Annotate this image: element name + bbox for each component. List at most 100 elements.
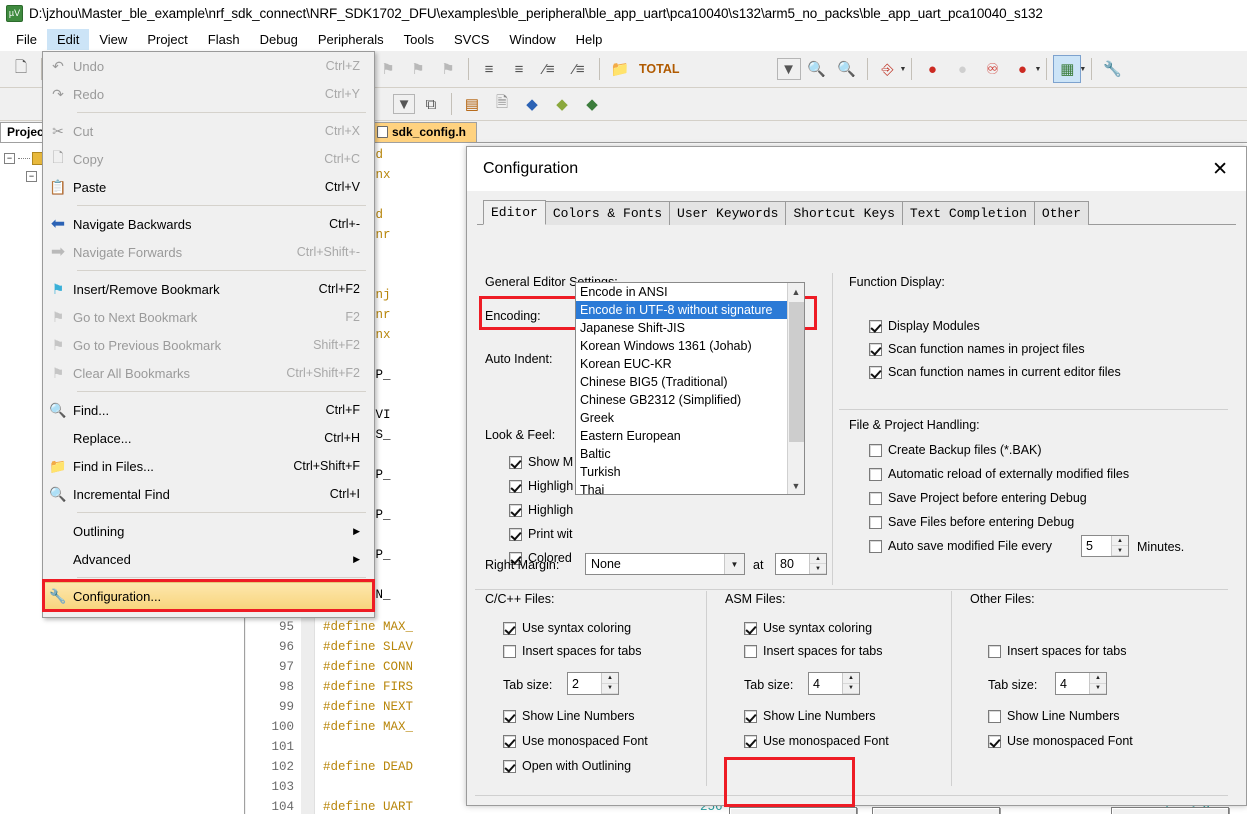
editor-tab-sdk-config[interactable]: sdk_config.h	[370, 122, 478, 142]
c-files-tab-size-spinner[interactable]: 2 ▲ ▼	[567, 672, 619, 695]
asm-files-tab-size-spinner[interactable]: 4 ▲ ▼	[808, 672, 860, 695]
file-handling-checkbox-4[interactable]: Auto save modified File every	[869, 539, 1052, 553]
checkbox-icon[interactable]	[988, 644, 1001, 658]
checkbox-icon[interactable]	[503, 709, 516, 723]
menu-item-incremental-find[interactable]: 🔍 Incremental Find Ctrl+I	[43, 480, 374, 508]
asm-files-monospaced-font[interactable]: Use monospaced Font	[744, 734, 889, 748]
spinner-up-icon[interactable]: ▲	[810, 554, 826, 564]
c-files-syntax-coloring[interactable]: Use syntax coloring	[503, 621, 631, 635]
code-line[interactable]: #define SLAV	[323, 637, 413, 657]
scroll-down-arrow-icon[interactable]: ▼	[788, 477, 804, 494]
checkbox-icon[interactable]	[509, 527, 522, 541]
encoding-option-0[interactable]: Encode in ANSI	[576, 283, 787, 301]
asm-files-show-line-numbers[interactable]: Show Line Numbers	[744, 709, 876, 723]
expand-collapse-icon[interactable]: −	[26, 170, 37, 182]
checkbox-icon[interactable]	[869, 443, 882, 457]
edit-menu-dropdown[interactable]: ↶ Undo Ctrl+Z ↷ Redo Ctrl+Y ✂ Cut Ctrl+X…	[42, 51, 375, 618]
window-manager-dropdown-icon[interactable]: ▼	[1079, 66, 1086, 73]
uncomment-icon[interactable]: ⁄≡	[565, 55, 593, 83]
find-icon[interactable]: 🔍	[803, 55, 831, 83]
menu-window[interactable]: Window	[499, 29, 565, 50]
menu-peripherals[interactable]: Peripherals	[308, 29, 394, 50]
tab-editor[interactable]: Editor	[483, 200, 546, 225]
tab-other[interactable]: Other	[1033, 201, 1089, 225]
breakpoints-dropdown-icon[interactable]: ▼	[1034, 66, 1041, 73]
checkbox-icon[interactable]	[869, 467, 882, 481]
disable-breakpoint-icon[interactable]: ●	[948, 55, 976, 83]
disable-all-breakpoints-icon[interactable]: ●	[1008, 55, 1036, 83]
dropdown-arrow-icon[interactable]: ▼	[776, 58, 801, 80]
menu-svcs[interactable]: SVCS	[444, 29, 499, 50]
code-line[interactable]: #define FIRS	[323, 677, 413, 697]
debug-query-dropdown-icon[interactable]: ▼	[900, 66, 907, 73]
c-files-show-line-numbers[interactable]: Show Line Numbers	[503, 709, 635, 723]
look-feel-checkbox-2[interactable]: Highligh	[509, 503, 573, 517]
checkbox-icon[interactable]	[744, 644, 757, 658]
spinner-up-icon[interactable]: ▲	[602, 673, 618, 684]
spinner-up-icon[interactable]: ▲	[1112, 536, 1128, 546]
tab-text-completion[interactable]: Text Completion	[901, 201, 1035, 225]
look-feel-checkbox-3[interactable]: Print wit	[509, 527, 572, 541]
encoding-option-5[interactable]: Chinese BIG5 (Traditional)	[576, 373, 787, 391]
cancel-button[interactable]: Cancel	[872, 807, 1000, 814]
scroll-up-arrow-icon[interactable]: ▲	[788, 283, 804, 300]
menu-item-find[interactable]: 🔍 Find... Ctrl+F	[43, 396, 374, 424]
debug-query-icon[interactable]: ⎆	[874, 55, 902, 83]
code-line[interactable]: #define MAX_	[323, 617, 413, 637]
spinner-up-icon[interactable]: ▲	[843, 673, 859, 684]
encoding-option-4[interactable]: Korean EUC-KR	[576, 355, 787, 373]
function-display-checkbox-2[interactable]: Scan function names in current editor fi…	[869, 365, 1121, 379]
asm-files-syntax-coloring[interactable]: Use syntax coloring	[744, 621, 872, 635]
checkbox-icon[interactable]	[869, 342, 882, 356]
clear-breakpoints-icon[interactable]: ♾	[978, 55, 1006, 83]
encoding-option-7[interactable]: Greek	[576, 409, 787, 427]
clear-bookmarks-icon[interactable]: ⚑	[434, 55, 462, 83]
menu-item-previous-bookmark[interactable]: ⚑ Go to Previous Bookmark Shift+F2	[43, 331, 374, 359]
spinner-buttons[interactable]: ▲ ▼	[1089, 673, 1106, 694]
target-options-icon[interactable]: ▤	[458, 90, 486, 118]
code-line[interactable]	[323, 737, 413, 757]
checkbox-icon[interactable]	[869, 319, 882, 333]
build-icon[interactable]: ⧉	[417, 90, 445, 118]
spinner-down-icon[interactable]: ▼	[602, 683, 618, 694]
checkbox-icon[interactable]	[509, 503, 522, 517]
checkbox-icon[interactable]	[744, 621, 757, 635]
code-line[interactable]: #define CONN	[323, 657, 413, 677]
menu-item-cut[interactable]: ✂ Cut Ctrl+X	[43, 117, 374, 145]
menu-debug[interactable]: Debug	[250, 29, 308, 50]
menu-item-advanced[interactable]: Advanced ▶	[43, 545, 374, 573]
menu-item-configuration[interactable]: 🔧 Configuration...	[43, 582, 374, 610]
code-line[interactable]: #define NEXT	[323, 697, 413, 717]
menu-tools[interactable]: Tools	[394, 29, 444, 50]
spinner-buttons[interactable]: ▲ ▼	[601, 673, 618, 694]
menu-view[interactable]: View	[89, 29, 137, 50]
menu-item-next-bookmark[interactable]: ⚑ Go to Next Bookmark F2	[43, 303, 374, 331]
incremental-find-icon[interactable]: 🔍	[833, 55, 861, 83]
c-files-insert-spaces[interactable]: Insert spaces for tabs	[503, 644, 642, 658]
scrollbar-thumb[interactable]	[789, 302, 804, 442]
checkbox-icon[interactable]	[869, 539, 882, 553]
look-feel-checkbox-0[interactable]: Show M	[509, 455, 573, 469]
spinner-up-icon[interactable]: ▲	[1090, 673, 1106, 684]
checkbox-icon[interactable]	[503, 759, 516, 773]
help-button[interactable]: Help	[1111, 807, 1229, 814]
menu-item-replace[interactable]: Replace... Ctrl+H	[43, 424, 374, 452]
encoding-option-11[interactable]: Thai	[576, 481, 787, 494]
comment-icon[interactable]: ⁄≡	[535, 55, 563, 83]
dropdown-arrow-icon[interactable]: ▼	[393, 94, 415, 114]
spinner-buttons[interactable]: ▲ ▼	[1111, 536, 1128, 556]
spinner-buttons[interactable]: ▲ ▼	[842, 673, 859, 694]
spinner-down-icon[interactable]: ▼	[1090, 683, 1106, 694]
expand-collapse-icon[interactable]: −	[4, 152, 15, 164]
checkbox-icon[interactable]	[509, 479, 522, 493]
spinner-down-icon[interactable]: ▼	[1112, 546, 1128, 556]
menu-help[interactable]: Help	[566, 29, 613, 50]
next-bookmark-icon[interactable]: ⚑	[404, 55, 432, 83]
spinner-buttons[interactable]: ▲ ▼	[809, 554, 826, 574]
ok-button[interactable]: OK	[729, 807, 857, 814]
find-in-files-icon[interactable]: 📁	[606, 55, 634, 83]
menu-item-navigate-backwards[interactable]: ⬅ Navigate Backwards Ctrl+-	[43, 210, 374, 238]
checkbox-icon[interactable]	[988, 734, 1001, 748]
autosave-minutes-spinner[interactable]: 5 ▲ ▼	[1081, 535, 1129, 557]
checkbox-icon[interactable]	[744, 734, 757, 748]
